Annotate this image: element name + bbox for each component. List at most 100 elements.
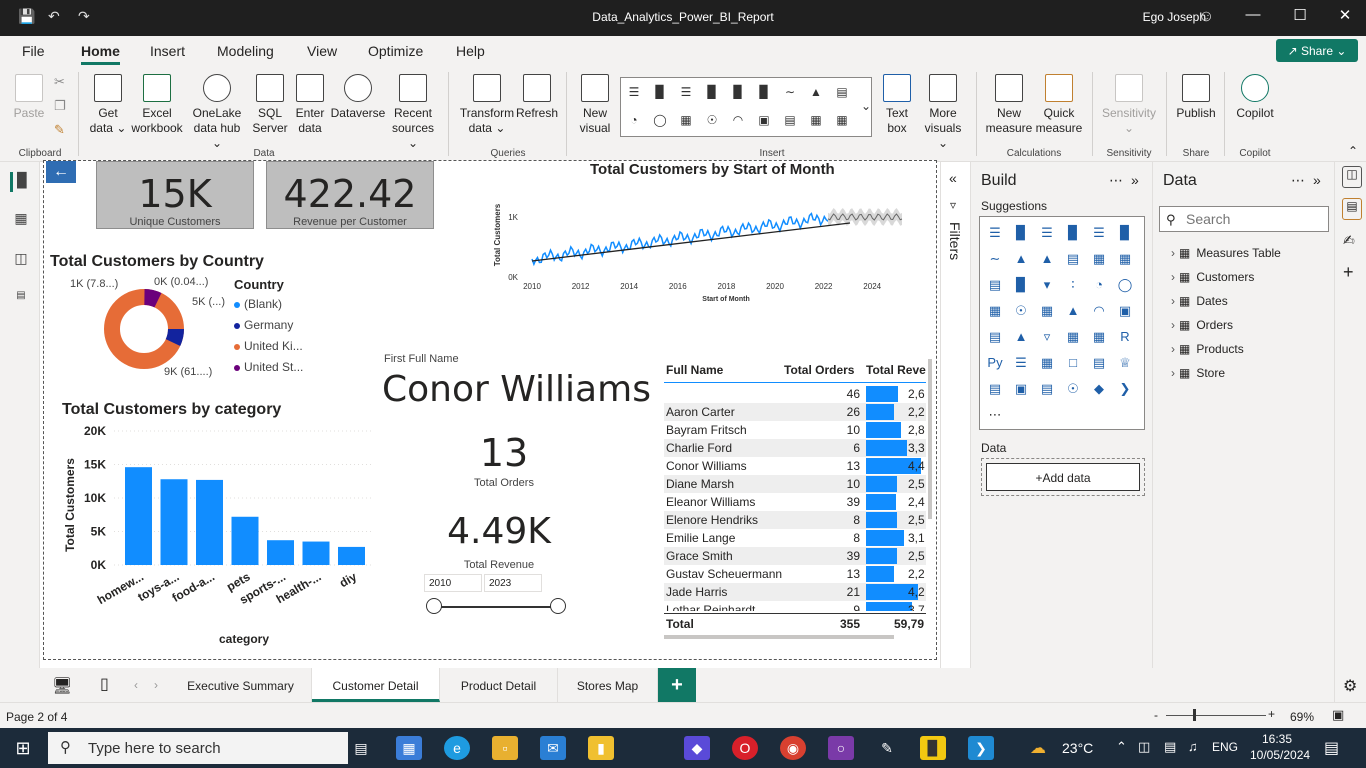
prev-page-icon[interactable]: ‹	[134, 678, 138, 692]
edge-icon[interactable]: e	[444, 736, 470, 760]
gauge-icon[interactable]: ◠	[729, 112, 747, 128]
azure-map-icon[interactable]: ▲	[1063, 301, 1083, 321]
area-icon[interactable]: ▲	[1011, 249, 1031, 269]
slicer-icon[interactable]: ▿	[1037, 327, 1057, 347]
collapse-data-icon[interactable]: »	[1313, 172, 1321, 188]
copy-icon[interactable]: ❐	[54, 98, 66, 114]
donut-icon[interactable]: ◯	[1115, 275, 1135, 295]
treemap-icon[interactable]: ▦	[677, 112, 695, 128]
table-row[interactable]: Bayram Fritsch 10 2,8	[664, 421, 926, 439]
table-icon[interactable]: ▦	[1063, 327, 1083, 347]
line-chart-icon[interactable]: ∼	[781, 84, 799, 100]
opera-icon[interactable]: O	[732, 736, 758, 760]
avatar-icon[interactable]: ☺	[1198, 8, 1214, 26]
month-line-chart[interactable]: Total Customers 1K 0K 2010 2012 2014 2016 2018 2…	[490, 181, 930, 306]
add-data-button[interactable]: +Add data	[986, 463, 1140, 491]
line-clustered-icon[interactable]: ▉	[1011, 275, 1031, 295]
map-icon[interactable]: ☉	[703, 112, 721, 128]
power-automate-icon[interactable]: ▤	[1037, 379, 1057, 399]
sql-server-button[interactable]: SQL Server	[250, 74, 290, 136]
filters-pane-collapsed[interactable]: « ▿ Filters	[940, 162, 970, 668]
collapse-build-icon[interactable]: »	[1131, 172, 1139, 188]
kpi-icon[interactable]: ▲	[1011, 327, 1031, 347]
card-icon[interactable]: ▣	[1115, 301, 1135, 321]
ribbon-chart-icon[interactable]: ▤	[833, 84, 851, 100]
table-item[interactable]: › ▦ Store	[1171, 366, 1331, 386]
excel-workbook-button[interactable]: Excel workbook	[128, 74, 186, 136]
enter-data-button[interactable]: Enter data	[292, 74, 328, 136]
stacked-column-icon[interactable]: ▉	[1011, 223, 1031, 243]
table-row[interactable]: Diane Marsh 10 2,5	[664, 475, 926, 493]
column-chart-icon[interactable]: ▉	[651, 84, 669, 100]
table-view-icon[interactable]: ▦	[10, 210, 32, 230]
table-item[interactable]: › ▦ Orders	[1171, 318, 1331, 338]
stacked-area-icon[interactable]: ▲	[1037, 249, 1057, 269]
paint-icon[interactable]: ✎	[874, 736, 900, 760]
country-donut[interactable]	[94, 279, 194, 379]
share-button[interactable]: ↗ Share ⌄	[1276, 39, 1358, 62]
stacked-bar-icon[interactable]: ☰	[985, 223, 1005, 243]
table-row[interactable]: Jade Harris 21 4,2	[664, 583, 926, 601]
ribbon-icon[interactable]: ▤	[1063, 249, 1083, 269]
pie-icon[interactable]: ◔	[625, 112, 643, 128]
table-item[interactable]: › ▦ Measures Table	[1171, 246, 1331, 266]
more-options-icon[interactable]: ⋯	[1109, 172, 1123, 189]
vscode-icon[interactable]: ❯	[968, 736, 994, 760]
back-arrow-icon[interactable]: ←	[46, 161, 76, 183]
arcgis-icon[interactable]: ☉	[1063, 379, 1083, 399]
multirow-card-icon[interactable]: ▤	[985, 327, 1005, 347]
copilot-button[interactable]: Copilot	[1232, 74, 1278, 121]
paginated-icon[interactable]: ▤	[985, 379, 1005, 399]
table-horizontal-scrollbar[interactable]	[664, 635, 894, 639]
task-view-icon[interactable]: ▤	[348, 736, 374, 760]
table-visual-icon[interactable]: ▦	[807, 112, 825, 128]
chevron-right-icon[interactable]: ›	[1171, 318, 1175, 332]
onelake-button[interactable]: OneLake data hub ⌄	[187, 74, 247, 151]
notifications-icon[interactable]: ▤	[1324, 738, 1339, 758]
clock-date[interactable]: 10/05/2024	[1250, 748, 1310, 762]
table-row[interactable]: Grace Smith 39 2,5	[664, 547, 926, 565]
funnel-2-icon[interactable]: ▾	[1037, 275, 1057, 295]
matrix-icon[interactable]: ▦	[833, 112, 851, 128]
network-icon[interactable]: ▤	[1164, 739, 1176, 755]
expand-filters-icon[interactable]: «	[949, 170, 957, 186]
clock-time[interactable]: 16:35	[1262, 732, 1292, 746]
menu-modeling[interactable]: Modeling	[217, 43, 274, 59]
stacked-bar-icon[interactable]: ☰	[625, 84, 643, 100]
fit-page-icon[interactable]: ▣	[1332, 707, 1344, 723]
dax-query-icon[interactable]: ▤	[10, 290, 32, 310]
legend-item[interactable]: United St...	[234, 360, 303, 374]
table-row[interactable]: Charlie Ford 6 3,3	[664, 439, 926, 457]
header-full-name[interactable]: Full Name	[666, 363, 723, 377]
pie-icon[interactable]: ◔	[1089, 275, 1109, 295]
mail-icon[interactable]: ✉	[540, 736, 566, 760]
new-measure-button[interactable]: New measure	[984, 74, 1034, 136]
transform-data-button[interactable]: Transform data ⌄	[458, 74, 516, 136]
tab-executive-summary[interactable]: Executive Summary	[170, 668, 312, 702]
cut-icon[interactable]: ✂	[54, 74, 65, 90]
treemap-icon[interactable]: ▦	[985, 301, 1005, 321]
zoom-in-icon[interactable]: +	[1268, 707, 1275, 721]
dataverse-button[interactable]: Dataverse	[330, 74, 386, 121]
clustered-bar-icon[interactable]: ☰	[677, 84, 695, 100]
github-icon[interactable]: ○	[828, 736, 854, 760]
more-options-icon[interactable]: ⋯	[1291, 172, 1305, 189]
header-total-revenue[interactable]: Total Reve	[866, 363, 926, 377]
add-page-button[interactable]: +	[658, 668, 696, 702]
settings-icon[interactable]: ⚙	[1343, 676, 1357, 696]
format-painter-icon[interactable]: ✎	[54, 122, 65, 138]
table-row[interactable]: Gustav Scheuermann 13 2,2	[664, 565, 926, 583]
key-influencers-icon[interactable]: ☰	[1011, 353, 1031, 373]
chevron-right-icon[interactable]: ›	[1171, 366, 1175, 380]
python-icon[interactable]: Py	[985, 353, 1005, 373]
tab-stores-map[interactable]: Stores Map	[558, 668, 658, 702]
zoom-slider[interactable]	[1166, 715, 1266, 716]
clustered-bar-icon[interactable]: ☰	[1037, 223, 1057, 243]
mobile-layout-icon[interactable]: ▯	[100, 674, 109, 694]
waterfall-icon[interactable]: ▦	[1089, 249, 1109, 269]
format-icon[interactable]: ✍	[1343, 232, 1355, 249]
chrome-icon[interactable]: ◉	[780, 736, 806, 760]
100-column-icon[interactable]: ▉	[1115, 223, 1135, 243]
menu-help[interactable]: Help	[456, 43, 485, 59]
sensitivity-button[interactable]: Sensitivity ⌄	[1098, 74, 1160, 136]
